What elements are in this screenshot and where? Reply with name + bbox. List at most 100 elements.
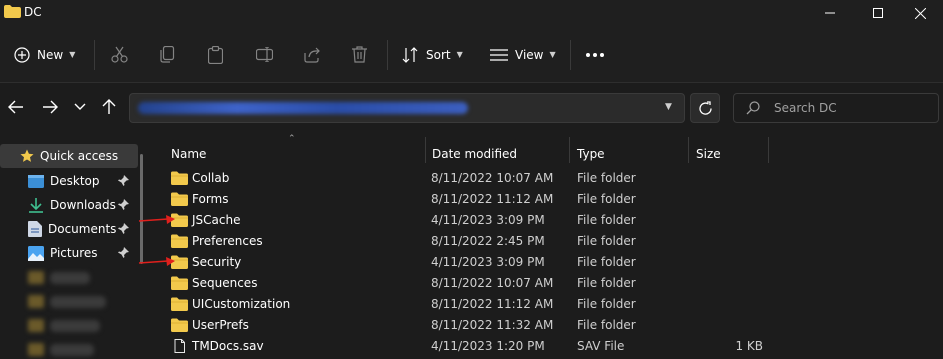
view-button[interactable]: View ▼: [490, 26, 556, 83]
chevron-down-icon: ▼: [456, 50, 463, 59]
search-icon: [746, 101, 760, 115]
chevron-down-icon: [74, 103, 86, 110]
share-button[interactable]: [304, 26, 320, 83]
folder-icon: [171, 297, 188, 311]
share-icon: [304, 47, 320, 63]
sidebar-item-label: Pictures: [50, 246, 98, 260]
file-date: 4/11/2023 1:20 PM: [431, 339, 545, 353]
pin-icon[interactable]: [118, 247, 129, 258]
chevron-down-icon[interactable]: ▼: [665, 102, 672, 112]
minimize-icon: [825, 12, 835, 14]
file-row[interactable]: TMDocs.sav 4/11/2023 1:20 PM SAV File 1 KB: [150, 336, 943, 357]
clipboard-icon: [208, 45, 223, 64]
back-button[interactable]: [5, 96, 27, 118]
folder-row[interactable]: UserPrefs 8/11/2022 11:32 AM File folder: [150, 315, 943, 336]
folder-row[interactable]: Forms 8/11/2022 11:12 AM File folder: [150, 189, 943, 210]
minimize-button[interactable]: [807, 0, 853, 26]
column-divider[interactable]: [425, 137, 426, 163]
delete-button[interactable]: [352, 26, 367, 83]
folder-icon: [171, 234, 188, 248]
blurred-nav-item: [50, 272, 90, 284]
file-type: File folder: [577, 297, 636, 311]
arrow-up-icon: [102, 99, 116, 114]
search-placeholder: Search DC: [774, 101, 837, 115]
address-row: ▼ Search DC: [0, 84, 943, 131]
view-list-icon: [490, 48, 508, 61]
pin-icon[interactable]: [118, 223, 129, 234]
file-name: Preferences: [192, 234, 263, 248]
column-header-size[interactable]: Size: [696, 141, 721, 167]
arrow-left-icon: [8, 100, 23, 114]
title-bar: DC: [0, 0, 943, 26]
column-divider[interactable]: [569, 137, 570, 163]
sort-ascending-icon: ⌃: [288, 134, 296, 144]
blurred-nav-item: [50, 344, 94, 356]
maximize-button[interactable]: [855, 0, 901, 26]
file-icon: [174, 339, 185, 353]
folder-icon: [171, 192, 188, 206]
column-header-date[interactable]: Date modified: [432, 141, 517, 167]
close-button[interactable]: [897, 0, 943, 26]
forward-button[interactable]: [39, 96, 61, 118]
new-button-label: New: [37, 47, 64, 62]
scissors-icon: [111, 46, 128, 63]
navigation-pane: Quick access Desktop Downloads Documents…: [0, 132, 150, 359]
column-header-label: Type: [577, 147, 605, 161]
more-icon: [586, 52, 604, 57]
file-type: File folder: [577, 255, 636, 269]
folder-row[interactable]: Collab 8/11/2022 10:07 AM File folder: [150, 168, 943, 189]
column-divider[interactable]: [688, 137, 689, 163]
toolbar-divider: [94, 40, 95, 70]
folder-icon: [171, 276, 188, 290]
column-header-name[interactable]: Name: [171, 141, 206, 167]
paste-button[interactable]: [208, 26, 223, 83]
file-name: UserPrefs: [192, 318, 249, 332]
file-size: 1 KB: [735, 339, 763, 353]
maximize-icon: [873, 8, 883, 18]
window-title: DC: [24, 5, 42, 19]
file-name: JSCache: [192, 213, 241, 227]
file-date: 4/11/2023 3:09 PM: [431, 213, 545, 227]
blurred-path: [138, 102, 468, 114]
view-button-label: View: [515, 47, 544, 62]
file-date: 8/11/2022 11:32 AM: [431, 318, 554, 332]
sidebar-item-label: Documents: [48, 222, 117, 236]
file-date: 4/11/2023 3:09 PM: [431, 255, 545, 269]
rename-button[interactable]: [256, 26, 273, 83]
blurred-folder-icon: [28, 271, 44, 284]
recent-locations-button[interactable]: [69, 96, 91, 118]
folder-row[interactable]: UICustomization 8/11/2022 11:12 AM File fo…: [150, 294, 943, 315]
close-icon: [914, 7, 926, 19]
up-button[interactable]: [98, 96, 120, 118]
copy-button[interactable]: [160, 26, 175, 83]
chevron-down-icon: ▼: [69, 50, 76, 59]
folder-row[interactable]: Sequences 8/11/2022 10:07 AM File folder: [150, 273, 943, 294]
file-type: File folder: [577, 276, 636, 290]
nav-scrollbar[interactable]: [140, 154, 143, 264]
address-bar[interactable]: ▼: [129, 93, 685, 123]
column-divider[interactable]: [768, 137, 769, 163]
file-type: File folder: [577, 192, 636, 206]
cut-button[interactable]: [111, 26, 128, 83]
column-header-label: Date modified: [432, 147, 518, 161]
refresh-button[interactable]: [690, 93, 720, 123]
folder-icon: [171, 318, 188, 332]
sort-button[interactable]: Sort ▼: [402, 26, 463, 83]
pin-icon[interactable]: [118, 199, 129, 210]
more-options-button[interactable]: [585, 26, 605, 83]
blurred-folder-icon: [28, 295, 44, 308]
new-button[interactable]: New ▼: [14, 26, 75, 83]
folder-row[interactable]: Security 4/11/2023 3:09 PM File folder: [150, 252, 943, 273]
file-name: Sequences: [192, 276, 258, 290]
search-input[interactable]: Search DC: [733, 93, 939, 123]
sidebar-item-quick-access[interactable]: Quick access: [0, 144, 138, 168]
document-icon: [28, 221, 42, 237]
desktop-icon: [28, 174, 44, 188]
folder-row[interactable]: JSCache 4/11/2023 3:09 PM File folder: [150, 210, 943, 231]
file-date: 8/11/2022 11:12 AM: [431, 192, 554, 206]
file-type: File folder: [577, 234, 636, 248]
column-header-type[interactable]: Type: [577, 141, 605, 167]
folder-row[interactable]: Preferences 8/11/2022 2:45 PM File folder: [150, 231, 943, 252]
download-icon: [29, 197, 43, 213]
pin-icon[interactable]: [118, 175, 129, 186]
